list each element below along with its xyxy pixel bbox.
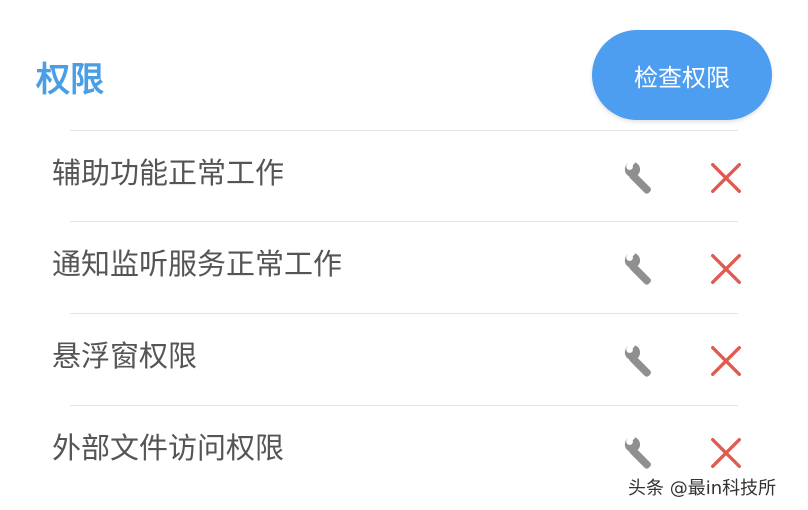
permissions-screen: 权限 检查权限 辅助功能正常工作 通知监听服务正常工作 悬浮窗权限 外部文件访问…: [0, 0, 808, 510]
wrench-icon[interactable]: [622, 250, 660, 288]
permission-label: 辅助功能正常工作: [52, 156, 285, 190]
permission-row-overlay: 悬浮窗权限: [0, 314, 808, 405]
wrench-icon[interactable]: [622, 342, 660, 380]
permission-row-accessibility: 辅助功能正常工作: [0, 131, 808, 222]
wrench-icon[interactable]: [622, 159, 660, 197]
cross-icon: [711, 346, 741, 376]
cross-icon: [711, 163, 741, 193]
section-title: 权限: [36, 60, 104, 100]
cross-icon: [711, 438, 741, 468]
permission-label: 外部文件访问权限: [52, 431, 285, 465]
permission-row-notification-listener: 通知监听服务正常工作: [0, 222, 808, 313]
check-permissions-button[interactable]: 检查权限: [592, 30, 772, 120]
permission-label: 通知监听服务正常工作: [52, 247, 343, 281]
wrench-icon[interactable]: [622, 434, 660, 472]
header: 权限 检查权限: [0, 0, 808, 128]
cross-icon: [711, 254, 741, 284]
permission-label: 悬浮窗权限: [52, 339, 198, 373]
watermark: 头条 @最in科技所: [628, 478, 777, 499]
